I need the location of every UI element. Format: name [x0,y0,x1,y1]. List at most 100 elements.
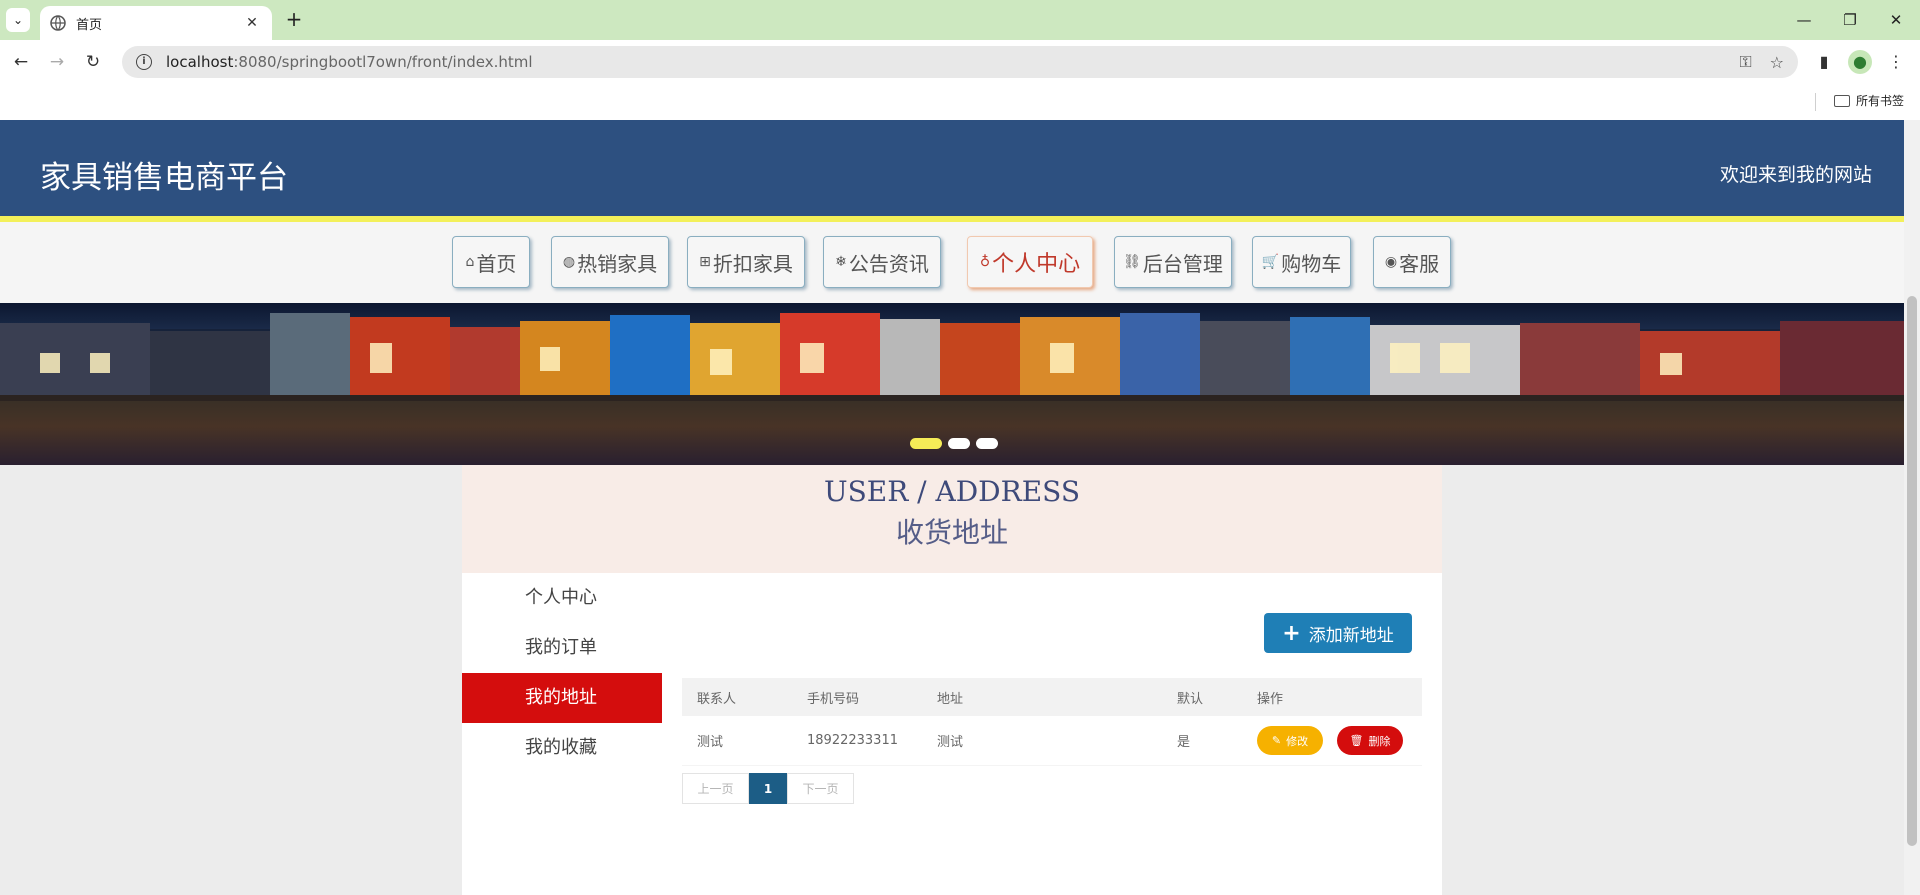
bookmark-star-icon[interactable]: ☆ [1770,53,1784,72]
nav-discount-label: 折扣家具 [712,251,793,276]
nav-discount-furniture[interactable]: ⊞ 折扣家具 [687,236,805,288]
cell-contact: 测试 [697,735,724,750]
section-title-box: USER / ADDRESS 收货地址 [462,465,1442,573]
snowflake-icon: ❄ [835,254,847,270]
col-default: 默认 [1177,691,1204,707]
next-page-button[interactable]: 下一页 [787,773,854,804]
banner-houses-image [0,313,1904,403]
address-table: 联系人 手机号码 地址 默认 操作 测试 18922233311 测试 是 ✎ … [682,678,1422,766]
nav-support-label: 客服 [1399,251,1440,276]
all-bookmarks-button[interactable]: 所有书签 [1834,92,1904,109]
delete-label: 删除 [1368,734,1391,748]
browser-tab[interactable]: 首页 ✕ [40,6,272,40]
globe-favicon-icon [50,15,66,31]
password-key-icon[interactable]: ⚿ [1739,52,1751,72]
restore-icon[interactable]: ❐ [1830,6,1870,34]
url-path: :8080/springbootl7own/front/index.html [233,53,533,71]
globe-icon: ◍ [562,254,576,270]
nav-home[interactable]: ⌂ 首页 [452,236,530,288]
side-item-orders[interactable]: 我的订单 [462,623,662,673]
content-panel: 个人中心 我的订单 我的地址 我的收藏 + 添加新地址 联系人 手机号码 地址 … [462,573,1442,895]
plus-icon: + [1282,620,1301,646]
browser-menu-icon[interactable]: ⋮ [1884,50,1908,74]
new-tab-icon[interactable]: + [282,8,306,32]
site-header: 家具销售电商平台 欢迎来到我的网站 [0,120,1904,222]
section-title-en: USER / ADDRESS [823,475,1081,508]
reload-icon[interactable]: ↻ [80,49,106,75]
folder-icon [1834,94,1850,107]
edit-label: 修改 [1286,734,1309,748]
window-close-icon[interactable]: ✕ [1876,6,1916,34]
side-panel-icon[interactable]: ▮ [1812,50,1836,74]
all-bookmarks-label: 所有书签 [1856,94,1905,108]
browser-tab-strip: ⌄ 首页 ✕ + — ❐ ✕ [0,0,1920,40]
side-item-user-center[interactable]: 个人中心 [462,573,662,623]
table-header: 联系人 手机号码 地址 默认 操作 [682,678,1422,716]
banner-dot[interactable] [948,438,970,449]
col-phone: 手机号码 [807,691,860,707]
section-title-zh: 收货地址 [895,516,1008,549]
welcome-text: 欢迎来到我的网站 [1719,164,1872,186]
tab-title: 首页 [76,17,103,33]
delete-button[interactable]: 🗑 删除 [1337,726,1403,755]
main-nav: ⌂ 首页 ◍ 热销家具 ⊞ 折扣家具 ❄ 公告资讯 ♁ 个人中心 ⛓ 后台管理 🛒 购物车 ◉… [0,222,1904,303]
minimize-icon[interactable]: — [1784,6,1824,34]
nav-admin[interactable]: ⛓ 后台管理 [1114,236,1232,288]
col-address: 地址 [937,691,964,707]
table-row: 测试 18922233311 测试 是 ✎ 修改 🗑 删除 [682,716,1422,766]
current-page-button[interactable]: 1 [749,773,787,804]
nav-hot-furniture-label: 热销家具 [577,251,658,276]
edit-button[interactable]: ✎ 修改 [1257,726,1323,755]
url-host: localhost [166,53,234,71]
banner-dot[interactable] [976,438,998,449]
side-item-address[interactable]: 我的地址 [462,673,662,723]
user-side-menu: 个人中心 我的订单 我的地址 我的收藏 [462,573,662,773]
nav-home-label: 首页 [476,251,517,276]
nav-cart[interactable]: 🛒 购物车 [1252,236,1351,288]
pagination: 上一页 1 下一页 [682,773,854,804]
forward-arrow-icon[interactable]: → [44,49,70,75]
add-address-button[interactable]: + 添加新地址 [1264,613,1412,653]
cell-default: 是 [1177,735,1191,750]
site-title: 家具销售电商平台 [40,160,288,196]
prev-page-button[interactable]: 上一页 [682,773,749,804]
address-bar[interactable]: i localhost:8080/springbootl7own/front/i… [122,46,1798,78]
bookmarks-divider [1815,93,1816,111]
browser-toolbar: ← → ↻ i localhost:8080/springbootl7own/f… [0,40,1920,84]
page-viewport: 家具销售电商平台 欢迎来到我的网站 ⌂ 首页 ◍ 热销家具 ⊞ 折扣家具 ❄ 公告资讯 … [0,120,1920,895]
cart-icon: 🛒 [1261,254,1280,270]
url-text[interactable]: localhost:8080/springbootl7own/front/ind… [166,53,1721,71]
nav-hot-furniture[interactable]: ◍ 热销家具 [551,236,669,288]
nav-news-label: 公告资讯 [848,251,929,276]
bookmarks-bar: 所有书签 [0,84,1920,120]
hero-banner[interactable] [0,303,1904,465]
trash-icon: 🗑 [1349,734,1364,747]
col-contact: 联系人 [697,691,737,707]
site-info-icon[interactable]: i [136,54,152,70]
tab-search-chevron-icon[interactable]: ⌄ [6,8,30,32]
grid-icon: ⊞ [699,254,711,270]
add-address-label: 添加新地址 [1308,625,1394,646]
side-item-favorites[interactable]: 我的收藏 [462,723,662,773]
cell-actions: ✎ 修改 🗑 删除 [1242,726,1422,755]
user-icon: ♁ [979,254,991,270]
support-icon: ◉ [1384,254,1398,270]
cell-address: 测试 [937,735,964,750]
tab-close-icon[interactable]: ✕ [242,15,262,31]
link-icon: ⛓ [1123,254,1141,270]
page-scrollbar[interactable] [1904,120,1920,895]
nav-cart-label: 购物车 [1281,251,1342,276]
scrollbar-thumb[interactable] [1907,296,1917,846]
nav-news[interactable]: ❄ 公告资讯 [823,236,941,288]
banner-water [0,401,1904,465]
pencil-icon: ✎ [1271,734,1282,747]
home-icon: ⌂ [465,254,475,270]
banner-dot[interactable] [910,438,942,449]
back-arrow-icon[interactable]: ← [8,49,34,75]
nav-support[interactable]: ◉ 客服 [1373,236,1451,288]
profile-avatar-icon[interactable]: ● [1848,50,1872,74]
nav-user-center[interactable]: ♁ 个人中心 [967,236,1093,288]
col-actions: 操作 [1257,691,1284,707]
cell-phone: 18922233311 [807,733,898,748]
nav-admin-label: 后台管理 [1142,251,1223,276]
